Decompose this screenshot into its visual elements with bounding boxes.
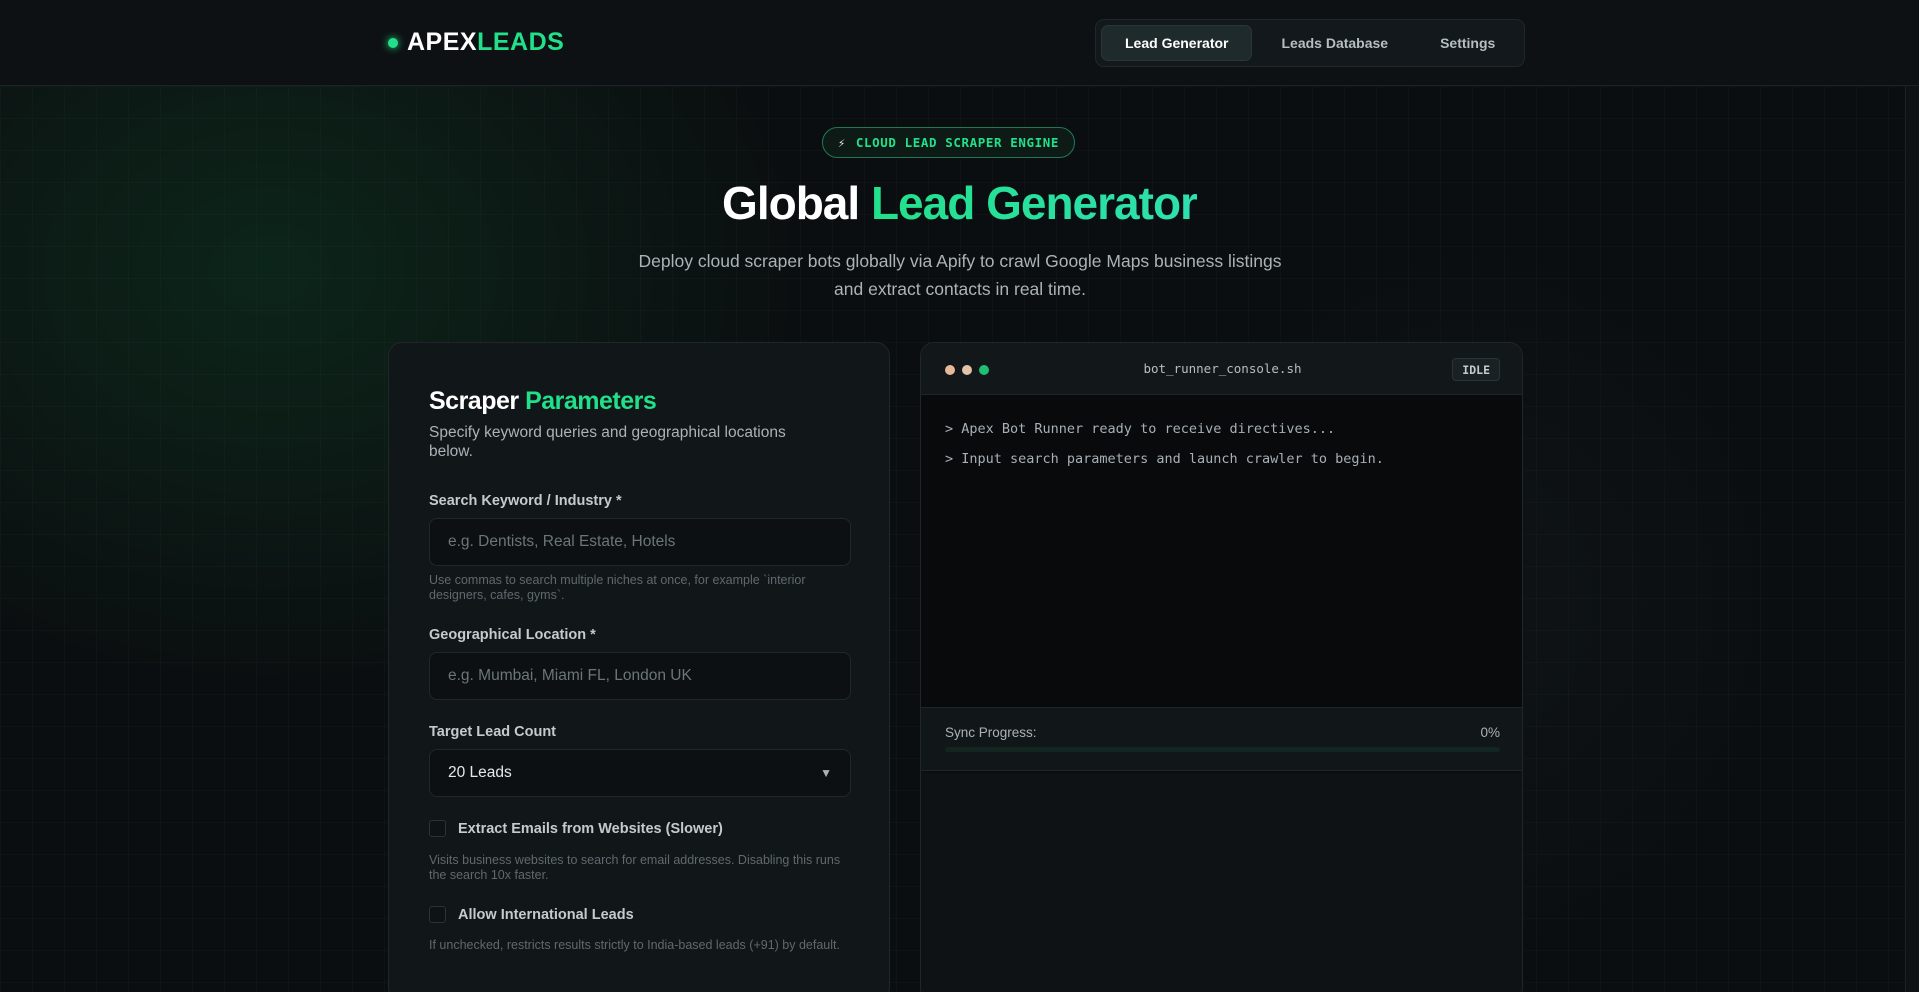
international-label: Allow International Leads <box>458 906 634 923</box>
page-title-part1: Global <box>722 177 860 229</box>
nav-tab-lead-generator[interactable]: Lead Generator <box>1101 25 1253 61</box>
console-filename: bot_runner_console.sh <box>1143 361 1302 376</box>
progress-track <box>945 747 1500 752</box>
page-subtitle: Deploy cloud scraper bots globally via A… <box>638 251 1282 299</box>
top-bar: APEXLEADS Lead Generator Leads Database … <box>0 0 1919 86</box>
keyword-input[interactable] <box>429 518 851 566</box>
panel-title-part2: Parameters <box>525 387 657 415</box>
page-title-part2: Lead Generator <box>870 177 1198 229</box>
international-option[interactable]: Allow International Leads <box>429 906 634 923</box>
lightning-icon: ⚡ <box>838 135 846 150</box>
panel-title-part1: Scraper <box>429 387 519 415</box>
caret-down-icon: ▼ <box>820 766 832 780</box>
extract-emails-option[interactable]: Extract Emails from Websites (Slower) <box>429 820 723 837</box>
console-header: bot_runner_console.sh IDLE <box>921 343 1522 395</box>
location-label: Geographical Location * <box>429 627 596 643</box>
sync-progress: Sync Progress: 0% <box>921 707 1522 771</box>
nav-tab-settings[interactable]: Settings <box>1417 25 1518 61</box>
logo-text-apex: APEX <box>407 28 478 56</box>
engine-badge-label: CLOUD LEAD SCRAPER ENGINE <box>855 135 1059 150</box>
sync-progress-value: 0% <box>1480 725 1500 740</box>
panel-subtitle: Specify keyword queries and geographical… <box>429 424 786 460</box>
nav-tab-leads-database[interactable]: Leads Database <box>1258 25 1411 61</box>
international-checkbox[interactable] <box>429 906 446 923</box>
lead-count-label: Target Lead Count <box>429 724 557 740</box>
international-hint: If unchecked, restricts results strictly… <box>429 938 840 952</box>
lead-count-select[interactable]: 20 Leads ▼ <box>429 749 851 797</box>
location-input[interactable] <box>429 652 851 700</box>
main-nav: Lead Generator Leads Database Settings <box>1095 19 1525 67</box>
keyword-label: Search Keyword / Industry * <box>429 493 622 509</box>
console-output: > Apex Bot Runner ready to receive direc… <box>921 395 1522 707</box>
console-line: > Apex Bot Runner ready to receive direc… <box>945 421 1336 437</box>
sync-progress-label: Sync Progress: <box>945 725 1037 740</box>
engine-badge: ⚡ CLOUD LEAD SCRAPER ENGINE <box>822 127 1075 158</box>
keyword-hint: Use commas to search multiple niches at … <box>429 573 806 602</box>
console-results-area <box>921 773 1522 992</box>
logo-dot-icon <box>388 37 398 48</box>
console-line: > Input search parameters and launch cra… <box>945 451 1384 467</box>
bot-console: bot_runner_console.sh IDLE > Apex Bot Ru… <box>920 342 1523 992</box>
panel-title: Scraper Parameters <box>429 387 657 416</box>
page-title: Global Lead Generator <box>0 176 1919 230</box>
logo-text-leads: LEADS <box>477 28 565 56</box>
lead-count-value: 20 Leads <box>448 764 512 781</box>
page-scrollbar[interactable] <box>1905 86 1919 992</box>
scraper-parameters-panel: Scraper Parameters Specify keyword queri… <box>388 342 890 992</box>
extract-emails-hint: Visits business websites to search for e… <box>429 853 841 882</box>
extract-emails-label: Extract Emails from Websites (Slower) <box>458 820 723 837</box>
extract-emails-checkbox[interactable] <box>429 820 446 837</box>
status-badge: IDLE <box>1452 358 1500 381</box>
logo[interactable]: APEXLEADS <box>388 28 564 57</box>
